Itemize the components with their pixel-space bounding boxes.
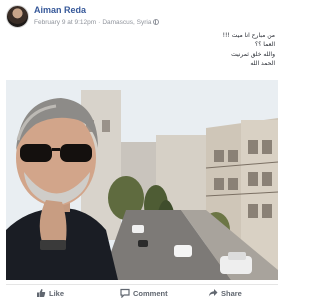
comment-button[interactable]: Comment	[120, 288, 168, 300]
share-label: Share	[221, 289, 242, 298]
post-text: من مبارح انا ميت !!! العما ؟؟ والله خلق …	[75, 31, 275, 68]
selfie-street-photo	[6, 80, 278, 280]
like-button[interactable]: Like	[36, 288, 64, 300]
post-date[interactable]: February 9 at 9:12pm	[34, 19, 96, 26]
comment-label: Comment	[133, 289, 168, 298]
post-text-line: والله خلق ثمرنيت	[231, 50, 275, 58]
share-button[interactable]: Share	[208, 288, 242, 300]
post-header: Aiman Reda February 9 at 9:12pm · Damascus…	[6, 5, 278, 29]
post-text-line: الحمد الله	[250, 59, 275, 67]
like-label: Like	[49, 289, 65, 298]
author-name[interactable]: Aiman Reda	[34, 5, 86, 16]
post-text-line: العما ؟؟	[255, 41, 275, 49]
facebook-post: Aiman Reda February 9 at 9:12pm · Damascus…	[0, 0, 284, 300]
meta-separator: ·	[98, 19, 101, 26]
avatar[interactable]	[6, 5, 29, 28]
post-photo[interactable]	[6, 80, 278, 280]
post-meta: February 9 at 9:12pm · Damascus, Syria	[34, 18, 160, 27]
action-bar: Like Comment Share	[6, 284, 278, 301]
globe-icon[interactable]	[153, 19, 160, 25]
post-location[interactable]: Damascus, Syria	[102, 19, 151, 26]
post-text-line: من مبارح انا ميت !!!	[222, 32, 275, 39]
